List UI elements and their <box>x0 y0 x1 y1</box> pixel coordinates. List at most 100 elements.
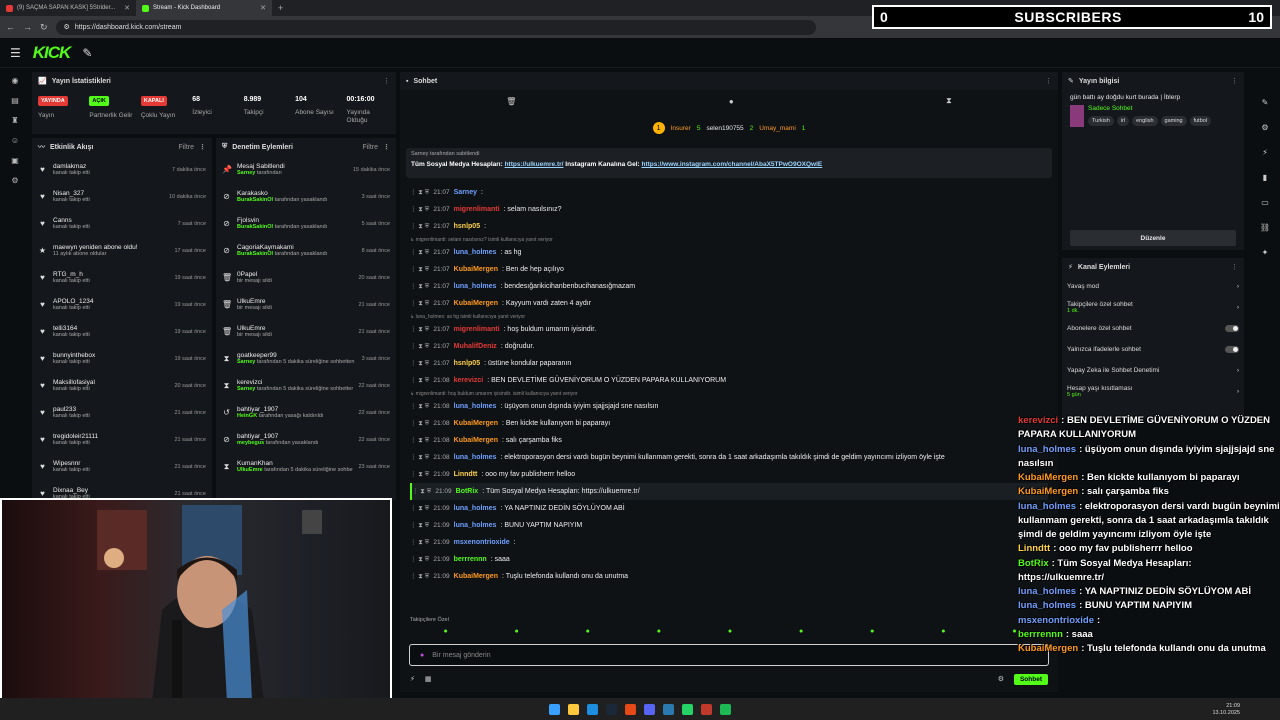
category-name[interactable]: Sadece Sohbet <box>1088 105 1211 112</box>
message-actions-icon[interactable]: ⋮ ⧗ ⛨ <box>410 470 429 479</box>
close-tab-icon[interactable]: ✕ <box>124 4 130 12</box>
activity-item[interactable]: ♥ damlakmaz kanalı takip etti 7 dakika önce <box>32 156 212 183</box>
moderation-item[interactable]: ⊘ Fjolsvin BurakSakinOl tarafından yasakla… <box>216 210 396 237</box>
chat-username[interactable]: luna_holmes <box>454 454 497 461</box>
link-icon[interactable]: ⛓ <box>1260 223 1270 232</box>
tools-icon[interactable]: ✎ <box>82 46 92 60</box>
chat-input[interactable]: ● Bir mesaj gönderin <box>409 644 1049 666</box>
chat-message[interactable]: ⋮ ⧗ ⛨ 21:07 hsnlp05: üstüne kondular papar… <box>410 355 1048 372</box>
chat-message[interactable]: ⋮ ⧗ ⛨ 21:07 KubaiMergen: Kayyum vardı zate… <box>410 295 1048 312</box>
chat-username[interactable]: kerevizci <box>454 377 484 384</box>
chat-message[interactable]: ⋮ ⧗ ⛨ 21:07 MuhalifDeniz: doğrudur. <box>410 338 1048 355</box>
moderation-item[interactable]: 🗑 UlkuEmre bir mesajı sildi 21 saat önce <box>216 318 396 345</box>
more-options-icon[interactable]: ⋮ <box>383 143 390 151</box>
activity-item[interactable]: ♥ tregidoleir21111 kanalı takip etti 21 saa… <box>32 426 212 453</box>
activity-item[interactable]: ♥ Nisan_327 kanalı takip etti 10 dakika önc… <box>32 183 212 210</box>
message-actions-icon[interactable]: ⋮ ⧗ ⛨ <box>410 436 429 445</box>
chat-username[interactable]: KubaiMergen <box>454 437 498 444</box>
moderation-item[interactable]: ⊘ CagoriaKaymakami BurakSakinOl tarafından… <box>216 237 396 264</box>
activity-item[interactable]: ♥ bunnyinthebox kanalı takip etti 19 saat ö… <box>32 345 212 372</box>
emote-icon[interactable]: ● <box>728 628 732 635</box>
chevron-right-icon[interactable]: › <box>1237 283 1239 290</box>
chat-username[interactable]: hsnlp05 <box>454 223 480 230</box>
reload-icon[interactable]: ↻ <box>40 22 48 33</box>
pinned-message[interactable]: Sarney tarafından sabitlendi Tüm Sosyal … <box>406 148 1052 178</box>
emote-icon[interactable]: ● <box>443 628 447 635</box>
channel-action-row[interactable]: Abonelere özel sohbet <box>1062 318 1244 339</box>
pinned-link-2[interactable]: https://www.instagram.com/channel/AbaX5T… <box>642 161 823 168</box>
mic-icon[interactable]: ● <box>420 652 424 659</box>
chat-message[interactable]: ⋮ ⧗ ⛨ 21:09 luna_holmes: YA NAPTINIZ DEDİN… <box>410 500 1048 517</box>
activity-filter-button[interactable]: Filtre <box>178 144 194 151</box>
chat-username[interactable]: berrrennn <box>454 556 487 563</box>
message-actions-icon[interactable]: ⋮ ⧗ ⛨ <box>412 487 431 496</box>
close-tab-icon[interactable]: ✕ <box>260 4 266 12</box>
chat-username[interactable]: KubaiMergen <box>454 300 498 307</box>
url-field[interactable]: ⚙ https://dashboard.kick.com/stream <box>55 19 816 35</box>
chat-username[interactable]: KubaiMergen <box>454 573 498 580</box>
chat-settings-icon[interactable]: ⚙ <box>998 675 1004 683</box>
chat-message[interactable]: ⋮ ⧗ ⛨ 21:09 BotRix: Tüm Sosyal Medya Hesap… <box>410 483 1048 500</box>
activity-item[interactable]: ♥ paul233 kanalı takip etti 21 saat önce <box>32 399 212 426</box>
more-options-icon[interactable]: ⋮ <box>1231 263 1238 271</box>
chat-message[interactable]: ⋮ ⧗ ⛨ 21:09 msxenontrioxide: <box>410 534 1048 551</box>
more-options-icon[interactable]: ⋮ <box>383 77 390 85</box>
settings-icon[interactable]: ⚙ <box>11 176 18 185</box>
pencil-icon[interactable]: ✎ <box>1262 98 1269 107</box>
chat-message[interactable]: ⋮ ⧗ ⛨ 21:07 Sarney: <box>410 184 1048 201</box>
more-options-icon[interactable]: ⋮ <box>1045 77 1052 85</box>
channel-action-row[interactable]: Yavaş mod › <box>1062 276 1244 297</box>
community-icon[interactable]: ☺ <box>11 136 19 145</box>
start-icon[interactable] <box>549 703 560 715</box>
whatsapp-icon[interactable] <box>682 703 693 715</box>
emote-icon[interactable]: ● <box>586 628 590 635</box>
chat-username[interactable]: luna_holmes <box>454 249 497 256</box>
emote-icon[interactable]: ● <box>799 628 803 635</box>
chat-username[interactable]: msxenontrioxide <box>454 539 510 546</box>
message-actions-icon[interactable]: ⋮ ⧗ ⛨ <box>410 282 429 291</box>
app-icon[interactable] <box>701 703 712 715</box>
moderation-filter-button[interactable]: Filtre <box>362 144 378 151</box>
bookmark-icon[interactable]: ▮ <box>1263 173 1267 182</box>
activity-item[interactable]: ♥ Canns kanalı takip etti 7 saat önce <box>32 210 212 237</box>
message-actions-icon[interactable]: ⋮ ⧗ ⛨ <box>410 538 429 547</box>
chat-message[interactable]: ⋮ ⧗ ⛨ 21:07 KubaiMergen: Ben de hep açılıy… <box>410 261 1048 278</box>
activity-item[interactable]: ♥ telli3164 kanalı takip etti 19 saat önce <box>32 318 212 345</box>
more-options-icon[interactable]: ⋮ <box>1231 77 1238 85</box>
emote-icon[interactable]: ● <box>515 628 519 635</box>
chat-username[interactable]: luna_holmes <box>454 505 497 512</box>
channel-action-row[interactable]: Takipçilere özel sohbet 1 dk. › <box>1062 297 1244 318</box>
message-actions-icon[interactable]: ⋮ ⧗ ⛨ <box>410 222 429 231</box>
site-info-icon[interactable]: ⚙ <box>64 23 70 31</box>
message-actions-icon[interactable]: ⋮ ⧗ ⛨ <box>410 419 429 428</box>
chevron-right-icon[interactable]: › <box>1237 388 1239 395</box>
browser-tab-kick[interactable]: Stream - Kick Dashboard ✕ <box>136 0 272 16</box>
chat-username[interactable]: MuhalifDeniz <box>454 343 497 350</box>
moderation-item[interactable]: ⧗ kerevizci Sarney tarafından 5 dakika sür… <box>216 372 396 399</box>
message-actions-icon[interactable]: ⋮ ⧗ ⛨ <box>410 205 429 214</box>
emote-icon[interactable]: ● <box>870 628 874 635</box>
trash-icon[interactable]: 🗑 <box>506 97 516 106</box>
chat-message[interactable]: ⋮ ⧗ ⛨ 21:07 hsnlp05: <box>410 218 1048 235</box>
chat-username[interactable]: Linndtt <box>454 471 478 478</box>
brave-icon[interactable] <box>625 703 636 715</box>
channel-action-row[interactable]: Yapay Zeka ile Sohbet Denetimi › <box>1062 360 1244 381</box>
send-button[interactable]: Sohbet <box>1013 673 1048 685</box>
chat-message[interactable]: ⋮ ⧗ ⛨ 21:08 KubaiMergen: salı çarşamba fik… <box>410 432 1048 449</box>
chat-message[interactable]: ⋮ ⧗ ⛨ 21:09 KubaiMergen: Tuşlu telefonda k… <box>410 568 1048 585</box>
chat-username[interactable]: KubaiMergen <box>454 266 498 273</box>
edit-button[interactable]: Düzenle <box>1070 230 1236 246</box>
chat-username[interactable]: KubaiMergen <box>454 420 498 427</box>
moderation-item[interactable]: ↺ bahtiyar_1907 HeinGK tarafından yasağı k… <box>216 399 396 426</box>
activity-item[interactable]: ♥ Maksillofasiyal kanalı takip etti 20 saat… <box>32 372 212 399</box>
message-actions-icon[interactable]: ⋮ ⧗ ⛨ <box>410 555 429 564</box>
hourglass-icon[interactable]: ⧗ <box>946 96 952 106</box>
steam-icon[interactable] <box>606 703 617 715</box>
moderation-item[interactable]: ⧗ KumanKhan UlkuEmre tarafından 5 dakika s… <box>216 453 396 480</box>
chat-username[interactable]: Sarney <box>454 189 477 196</box>
spotify-icon[interactable] <box>720 703 731 715</box>
chat-username[interactable]: luna_holmes <box>454 522 497 529</box>
chat-username[interactable]: migrenlimanti <box>454 326 500 333</box>
channel-action-row[interactable]: Yalnızca ifadelerle sohbet <box>1062 339 1244 360</box>
moderation-item[interactable]: ⊘ bahtiyar_1907 meybegus tarafından yasakl… <box>216 426 396 453</box>
